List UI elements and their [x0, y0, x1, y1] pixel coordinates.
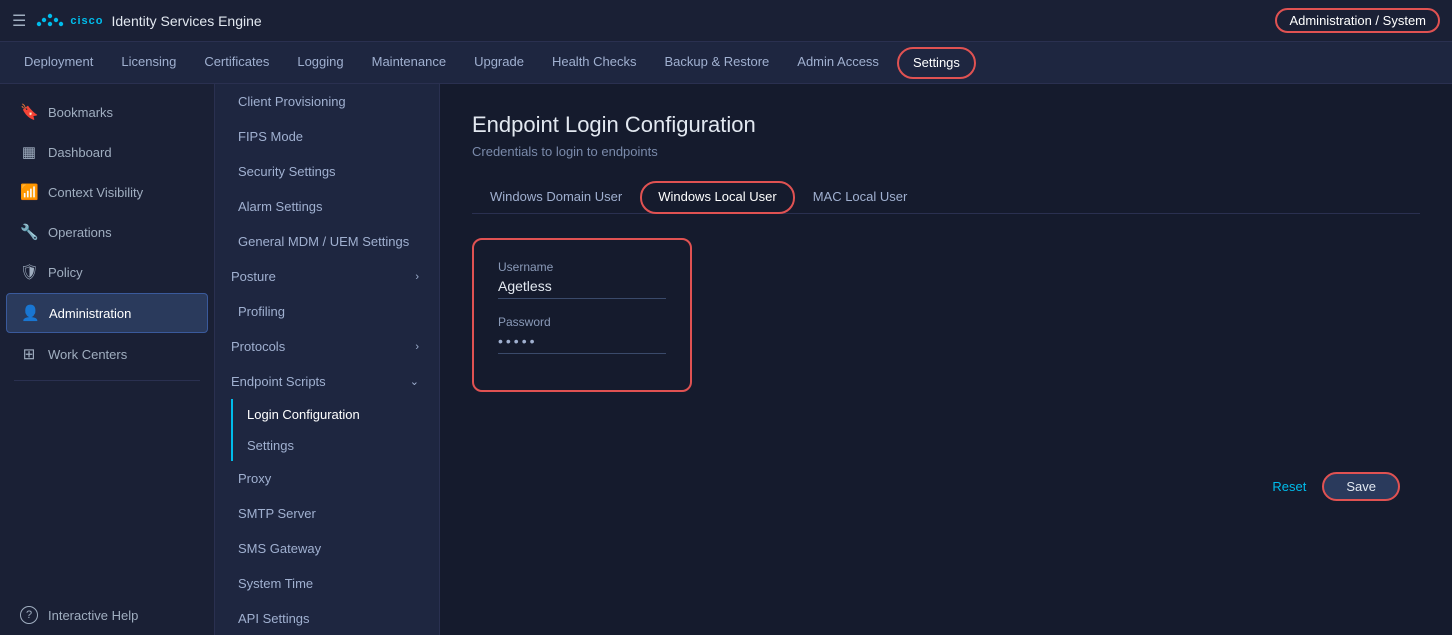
second-navbar: Deployment Licensing Certificates Loggin… — [0, 42, 1452, 84]
top-navbar: ☰ cisco Identity Services Engine Adminis… — [0, 0, 1452, 42]
sub-section-endpoint-scripts[interactable]: Endpoint Scripts ⌄ — [215, 364, 439, 399]
protocols-chevron-icon: › — [415, 341, 419, 353]
endpoint-scripts-chevron-icon: ⌄ — [410, 375, 419, 388]
sub-item-api-settings[interactable]: API Settings — [215, 601, 439, 635]
top-nav-right: Administration / System — [1275, 13, 1440, 28]
app-title: Identity Services Engine — [111, 13, 261, 29]
main-content: Endpoint Login Configuration Credentials… — [440, 84, 1452, 635]
page-subtitle: Credentials to login to endpoints — [472, 144, 1420, 159]
policy-icon: 🛡 — [20, 263, 38, 281]
nav-certificates[interactable]: Certificates — [190, 42, 283, 84]
tab-mac-local-user[interactable]: MAC Local User — [795, 181, 926, 214]
sub-sidebar: Client Provisioning FIPS Mode Security S… — [215, 84, 440, 635]
nav-health-checks[interactable]: Health Checks — [538, 42, 651, 84]
nav-backup-restore[interactable]: Backup & Restore — [651, 42, 784, 84]
sidebar-label-operations: Operations — [48, 225, 112, 240]
protocols-label: Protocols — [231, 339, 285, 354]
sidebar-label-dashboard: Dashboard — [48, 145, 112, 160]
dashboard-icon: ▦ — [20, 143, 38, 161]
sub-section-protocols[interactable]: Protocols › — [215, 329, 439, 364]
sub-item-system-time[interactable]: System Time — [215, 566, 439, 601]
posture-chevron-icon: › — [415, 271, 419, 283]
sub-child-login-configuration[interactable]: Login Configuration — [233, 399, 439, 430]
content-area: Client Provisioning FIPS Mode Security S… — [215, 84, 1452, 635]
tab-windows-local-user[interactable]: Windows Local User — [640, 181, 795, 214]
sub-item-general-mdm[interactable]: General MDM / UEM Settings — [215, 224, 439, 259]
cisco-logo-svg — [36, 12, 64, 30]
tab-windows-domain-user[interactable]: Windows Domain User — [472, 181, 640, 214]
sidebar-label-work-centers: Work Centers — [48, 347, 127, 362]
nav-admin-access[interactable]: Admin Access — [783, 42, 893, 84]
password-field: Password ••••• — [498, 315, 666, 354]
sidebar-item-work-centers[interactable]: ⊞ Work Centers — [6, 335, 208, 373]
sub-item-smtp-server[interactable]: SMTP Server — [215, 496, 439, 531]
sub-item-fips-mode[interactable]: FIPS Mode — [215, 119, 439, 154]
sidebar-divider — [14, 380, 200, 381]
reset-button[interactable]: Reset — [1272, 479, 1306, 494]
bookmarks-icon: 🔖 — [20, 103, 38, 121]
sub-item-security-settings[interactable]: Security Settings — [215, 154, 439, 189]
operations-icon: 🔧 — [20, 223, 38, 241]
sub-item-profiling[interactable]: Profiling — [215, 294, 439, 329]
posture-label: Posture — [231, 269, 276, 284]
sub-item-proxy[interactable]: Proxy — [215, 461, 439, 496]
admin-system-badge[interactable]: Administration / System — [1275, 8, 1440, 33]
sidebar-bottom: ? Interactive Help — [0, 595, 214, 635]
sidebar-item-interactive-help[interactable]: ? Interactive Help — [6, 596, 208, 634]
sidebar-item-bookmarks[interactable]: 🔖 Bookmarks — [6, 93, 208, 131]
sidebar-label-context-visibility: Context Visibility — [48, 185, 143, 200]
save-button[interactable]: Save — [1322, 472, 1400, 501]
left-sidebar: 🔖 Bookmarks ▦ Dashboard 📶 Context Visibi… — [0, 84, 215, 635]
username-field: Username Agetless — [498, 260, 666, 299]
nav-licensing[interactable]: Licensing — [107, 42, 190, 84]
username-value[interactable]: Agetless — [498, 278, 666, 299]
tab-bar: Windows Domain User Windows Local User M… — [472, 181, 1420, 214]
sub-item-sms-gateway[interactable]: SMS Gateway — [215, 531, 439, 566]
work-centers-icon: ⊞ — [20, 345, 38, 363]
sidebar-label-policy: Policy — [48, 265, 83, 280]
cisco-text: cisco — [70, 15, 103, 27]
sidebar-item-context-visibility[interactable]: 📶 Context Visibility — [6, 173, 208, 211]
nav-deployment[interactable]: Deployment — [10, 42, 107, 84]
nav-maintenance[interactable]: Maintenance — [358, 42, 460, 84]
sidebar-item-dashboard[interactable]: ▦ Dashboard — [6, 133, 208, 171]
username-label: Username — [498, 260, 666, 274]
sub-item-client-provisioning[interactable]: Client Provisioning — [215, 84, 439, 119]
nav-logging[interactable]: Logging — [283, 42, 357, 84]
cisco-logo: cisco — [36, 12, 103, 30]
interactive-help-icon: ? — [20, 606, 38, 624]
sidebar-item-policy[interactable]: 🛡 Policy — [6, 253, 208, 291]
credentials-form: Username Agetless Password ••••• — [472, 238, 692, 392]
endpoint-scripts-label: Endpoint Scripts — [231, 374, 326, 389]
page-title: Endpoint Login Configuration — [472, 112, 1420, 138]
sub-section-posture[interactable]: Posture › — [215, 259, 439, 294]
administration-icon: 👤 — [21, 304, 39, 322]
sidebar-item-administration[interactable]: 👤 Administration — [6, 293, 208, 333]
sidebar-item-operations[interactable]: 🔧 Operations — [6, 213, 208, 251]
sidebar-label-interactive-help: Interactive Help — [48, 608, 138, 623]
sidebar-label-administration: Administration — [49, 306, 131, 321]
password-label: Password — [498, 315, 666, 329]
actions-bar: Reset Save — [472, 472, 1420, 501]
main-layout: 🔖 Bookmarks ▦ Dashboard 📶 Context Visibi… — [0, 84, 1452, 635]
sub-item-alarm-settings[interactable]: Alarm Settings — [215, 189, 439, 224]
context-visibility-icon: 📶 — [20, 183, 38, 201]
hamburger-menu[interactable]: ☰ — [12, 11, 26, 31]
sub-child-settings[interactable]: Settings — [233, 430, 439, 461]
nav-upgrade[interactable]: Upgrade — [460, 42, 538, 84]
password-value[interactable]: ••••• — [498, 333, 666, 354]
nav-settings[interactable]: Settings — [897, 47, 976, 79]
endpoint-scripts-children: Login Configuration Settings — [231, 399, 439, 461]
sidebar-label-bookmarks: Bookmarks — [48, 105, 113, 120]
